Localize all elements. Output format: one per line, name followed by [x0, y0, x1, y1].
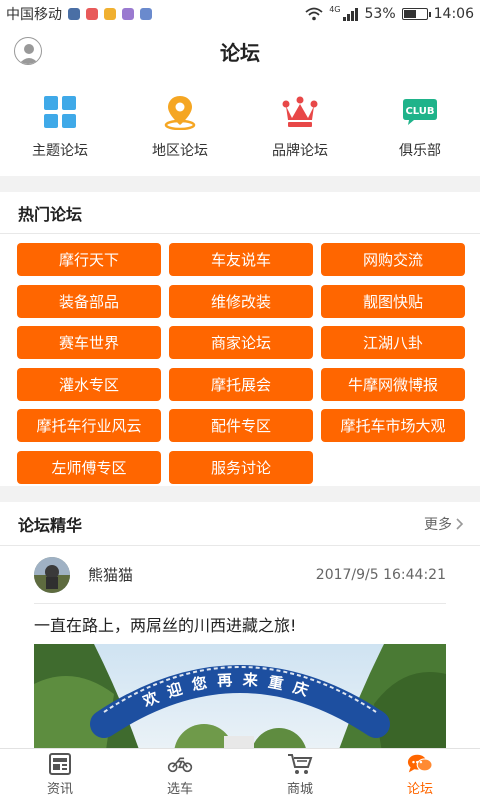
category-club[interactable]: CLUB 俱乐部 [360, 74, 480, 176]
user-avatar-button[interactable] [14, 37, 42, 65]
battery-percent: 53% [364, 6, 396, 22]
post-meta: 熊猫猫 2017/9/5 16:44:21 [34, 546, 446, 604]
category-region-forum[interactable]: 地区论坛 [120, 74, 240, 176]
clock: 14:06 [433, 6, 474, 22]
forum-essence-section: 论坛精华 更多 熊猫猫 2017/9/5 16:44:21 一直在路上，两屌丝的… [0, 502, 480, 748]
post-timestamp: 2017/9/5 16:44:21 [315, 566, 446, 583]
category-label: 主题论坛 [32, 143, 88, 159]
notification-icon [122, 8, 134, 20]
section-title: 论坛精华 [18, 515, 83, 535]
forum-tag-grid: 摩行天下 车友说车 网购交流装备部品 维修改装 靓图快贴赛车世界 商家论坛 江湖八卦灌水专区… [0, 234, 480, 486]
chat-bubbles-icon [407, 753, 433, 775]
category-label: 俱乐部 [399, 143, 441, 159]
tab-news[interactable]: 资讯 [0, 749, 120, 800]
tab-forum[interactable]: 论坛 [360, 749, 480, 800]
notification-icon [68, 8, 80, 20]
bottom-tab-bar: 资讯 选车 商城 论坛 [0, 748, 480, 800]
forum-tag-button[interactable]: 摩托车市场大观 [321, 409, 465, 442]
more-link[interactable]: 更多 [424, 514, 464, 534]
tab-label: 资讯 [46, 781, 73, 797]
avatar [34, 556, 70, 593]
category-label: 品牌论坛 [272, 143, 328, 159]
essence-header: 论坛精华 更多 [0, 502, 480, 546]
post-title: 一直在路上，两屌丝的川西进藏之旅! [34, 616, 297, 635]
forum-tag-button[interactable]: 车友说车 [169, 243, 313, 276]
forum-categories: 主题论坛 地区论坛 品牌论坛 CLUB 俱乐部 [0, 74, 480, 176]
forum-tag-button[interactable]: 维修改装 [169, 284, 313, 318]
post-image: 欢迎您再来重庆 [34, 644, 446, 748]
forum-tag-button[interactable]: 商家论坛 [169, 326, 313, 359]
forum-tag-button[interactable]: 赛车世界 [17, 326, 161, 359]
notification-icon [140, 8, 152, 20]
hot-forums-section: 热门论坛 摩行天下 车友说车 网购交流装备部品 维修改装 靓图快贴赛车世界 商家论坛 江湖八… [0, 192, 480, 486]
forum-tag-button[interactable]: 摩行天下 [17, 243, 161, 276]
grid-icon [42, 94, 78, 130]
news-icon [47, 752, 73, 775]
forum-tag-button[interactable]: 靓图快贴 [321, 284, 465, 318]
section-title: 热门论坛 [0, 192, 480, 234]
forum-tag-button[interactable]: 服务讨论 [169, 450, 313, 484]
forum-tag-button[interactable]: 江湖八卦 [321, 326, 465, 359]
more-label: 更多 [424, 516, 452, 533]
battery-icon [401, 8, 431, 20]
club-badge-icon: CLUB [402, 94, 438, 130]
location-pin-icon [162, 94, 198, 130]
category-brand-forum[interactable]: 品牌论坛 [240, 74, 360, 176]
forum-tag-button[interactable]: 灌水专区 [17, 367, 161, 401]
category-label: 地区论坛 [152, 143, 208, 159]
featured-post[interactable]: 熊猫猫 2017/9/5 16:44:21 一直在路上，两屌丝的川西进藏之旅! [0, 546, 480, 748]
notification-icon [86, 8, 98, 20]
forum-tag-button[interactable]: 摩托车行业风云 [17, 409, 161, 442]
forum-tag-button[interactable]: 网购交流 [321, 243, 465, 276]
user-icon [19, 44, 39, 64]
chevron-right-icon [456, 517, 464, 530]
tab-label: 商城 [286, 781, 313, 797]
carrier-name: 中国移动 [6, 7, 62, 23]
tab-label: 选车 [166, 781, 193, 797]
notification-icon [104, 8, 116, 20]
forum-tag-button[interactable]: 装备部品 [17, 284, 161, 318]
network-type: 4G [329, 4, 341, 14]
forum-tag-button[interactable]: 左师傅专区 [17, 450, 161, 484]
page-title: 论坛 [220, 40, 260, 65]
cart-icon [287, 753, 313, 775]
category-topic-forum[interactable]: 主题论坛 [0, 74, 120, 176]
forum-tag-button[interactable]: 摩托展会 [169, 367, 313, 401]
status-bar: 中国移动 4G 53% 14:06 [0, 0, 480, 28]
signal-icon [342, 8, 358, 21]
club-badge-text: CLUB [405, 106, 434, 117]
forum-tag-button[interactable]: 牛摩网微博报 [321, 367, 465, 401]
wifi-icon [305, 7, 323, 21]
tab-mall[interactable]: 商城 [240, 749, 360, 800]
forum-tag-button[interactable]: 配件专区 [169, 409, 313, 442]
motorcycle-icon [167, 753, 193, 775]
app-header: 论坛 [0, 28, 480, 74]
post-author: 熊猫猫 [88, 566, 134, 584]
tab-label: 论坛 [406, 781, 433, 797]
crown-icon [282, 94, 318, 130]
tab-choose-bike[interactable]: 选车 [120, 749, 240, 800]
